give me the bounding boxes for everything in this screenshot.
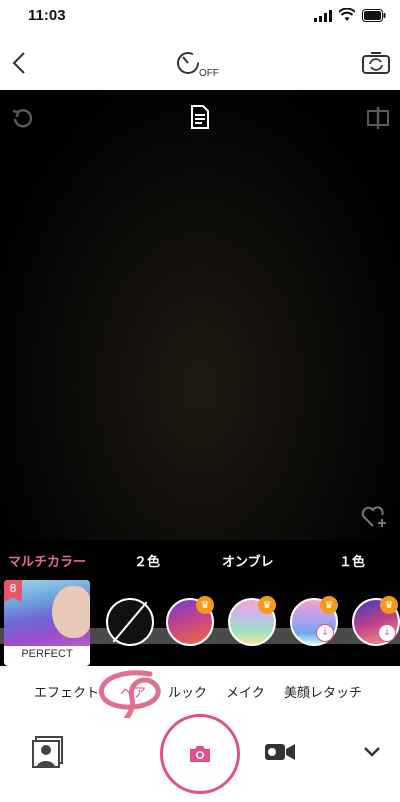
- video-mode-button[interactable]: [264, 740, 296, 764]
- feature-label: PERFECT: [21, 648, 73, 660]
- back-button[interactable]: [6, 48, 32, 78]
- crown-icon: ♛: [196, 596, 214, 614]
- category-two-color[interactable]: ２色: [134, 551, 160, 570]
- tab-beauty-retouch[interactable]: 美顔レタッチ: [284, 682, 362, 701]
- crown-icon: ♛: [320, 596, 338, 614]
- battery-icon: [362, 9, 386, 22]
- chevron-down-icon[interactable]: [362, 742, 382, 762]
- status-bar: 11:03: [0, 0, 400, 34]
- self-timer-button[interactable]: OFF: [172, 48, 224, 80]
- hair-category-bar: マルチカラー ２色 オンブレ １色: [0, 540, 400, 580]
- download-icon: ↓: [378, 624, 396, 642]
- swatch-none[interactable]: [106, 598, 154, 646]
- tab-hair[interactable]: ヘア: [120, 682, 146, 701]
- camera-flip-icon: [362, 52, 390, 74]
- category-multicolor[interactable]: マルチカラー: [8, 551, 86, 570]
- gallery-button[interactable]: [32, 736, 64, 768]
- undo-button[interactable]: [8, 106, 36, 132]
- download-icon: ↓: [316, 624, 334, 642]
- cellular-signal-icon: [314, 10, 332, 22]
- timer-state: OFF: [199, 68, 219, 79]
- add-favorite-button[interactable]: [360, 504, 390, 530]
- camera-header: OFF: [0, 34, 400, 90]
- feature-face: [52, 586, 90, 638]
- shutter-button[interactable]: [160, 714, 240, 794]
- bottom-controls: [0, 714, 400, 802]
- compare-icon: [367, 107, 389, 129]
- switch-camera-button[interactable]: [360, 48, 392, 78]
- tab-makeup[interactable]: メイク: [226, 682, 265, 701]
- category-ombre[interactable]: オンブレ: [222, 551, 274, 570]
- document-icon: [191, 105, 209, 129]
- notice-button[interactable]: [188, 104, 212, 130]
- heart-plus-icon: [361, 506, 386, 527]
- compare-button[interactable]: [365, 105, 391, 131]
- timer-icon: OFF: [177, 52, 219, 79]
- tab-effect[interactable]: エフェクト: [34, 682, 99, 701]
- mode-tab-bar: エフェクト ヘア ルック メイク 美顔レタッチ: [0, 666, 400, 718]
- chevron-left-icon: [12, 52, 25, 74]
- camera-icon: [190, 746, 210, 762]
- undo-icon: [12, 109, 33, 128]
- feature-card[interactable]: 8 PERFECT: [4, 580, 90, 666]
- wifi-icon: [339, 8, 355, 21]
- category-one-color[interactable]: １色: [339, 551, 365, 570]
- status-time: 11:03: [28, 7, 66, 24]
- crown-icon: ♛: [258, 596, 276, 614]
- crown-icon: ♛: [380, 596, 398, 614]
- tab-look[interactable]: ルック: [168, 682, 207, 701]
- hair-color-strip[interactable]: 8 PERFECT ♛ ♛ ♛ ↓ ♛ ↓: [0, 578, 400, 666]
